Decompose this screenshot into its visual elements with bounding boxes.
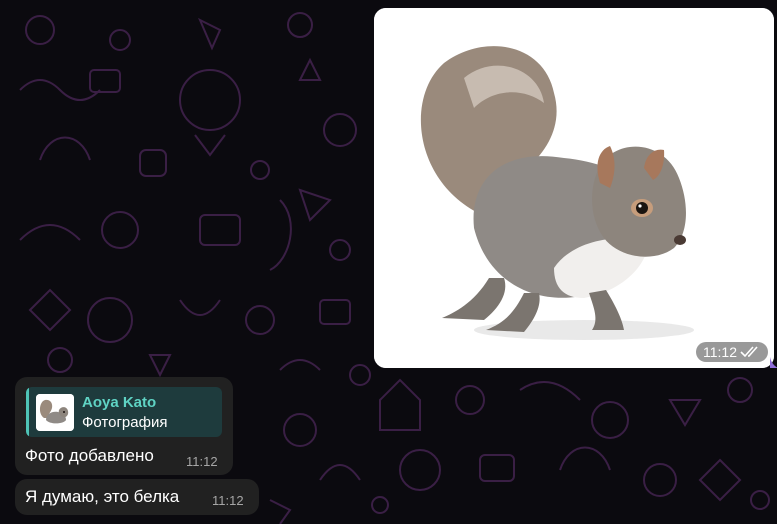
- reply-author: Aoya Kato: [82, 394, 157, 411]
- double-check-icon: [740, 346, 758, 358]
- photo-message[interactable]: 11:12: [374, 8, 774, 368]
- reply-accent-bar: [26, 387, 29, 437]
- bubble-tail-outgoing: [770, 357, 777, 368]
- message-time: 11:12: [186, 454, 218, 469]
- photo-timestamp: 11:12: [696, 342, 768, 362]
- incoming-message[interactable]: Я думаю, это белка 11:12: [15, 479, 259, 515]
- reply-type-label: Фотография: [82, 414, 168, 431]
- photo-time-text: 11:12: [703, 344, 737, 360]
- message-text: Фото добавлено: [25, 446, 154, 465]
- message-time: 11:12: [212, 493, 244, 508]
- reply-preview[interactable]: Aoya Kato Фотография: [26, 387, 222, 437]
- message-text: Я думаю, это белка: [25, 487, 180, 506]
- incoming-message[interactable]: Aoya Kato Фотография Фото добавлено 11:1…: [15, 377, 233, 475]
- reply-thumbnail: [36, 394, 74, 431]
- squirrel-thumbnail-icon: [36, 394, 74, 431]
- squirrel-photo[interactable]: [374, 8, 774, 368]
